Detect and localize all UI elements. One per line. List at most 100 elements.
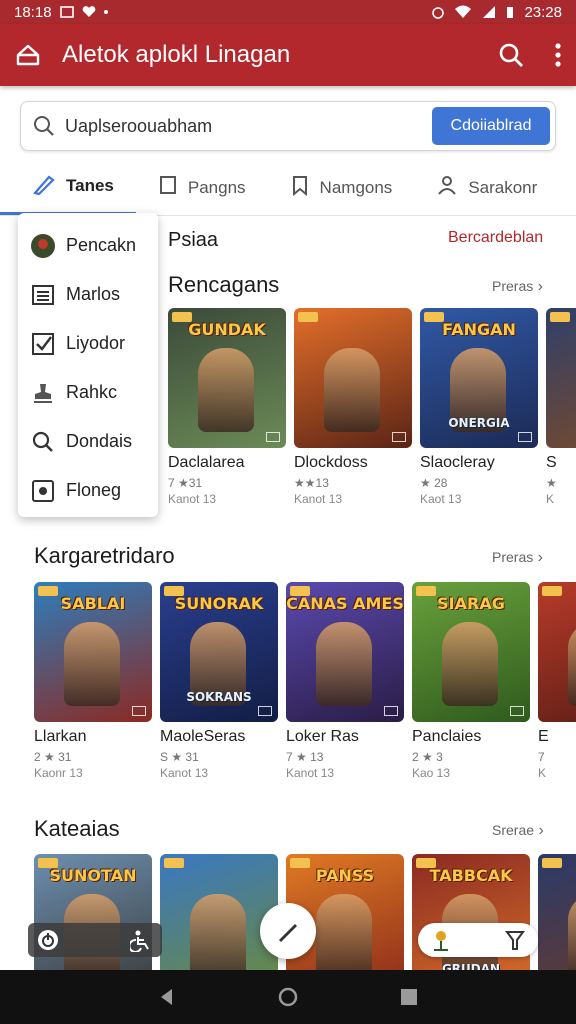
- card-title: Daclalarea: [168, 454, 245, 471]
- card-title: E: [538, 728, 549, 745]
- home-button-icon[interactable]: [277, 986, 299, 1008]
- rating-badge-icon: [164, 858, 184, 868]
- section-more-link[interactable]: Preras ›: [492, 549, 543, 567]
- card-title: Llarkan: [34, 728, 87, 745]
- menu-item-label: Floneg: [66, 480, 122, 500]
- app-title: Aletok aplokl Linagan: [62, 41, 291, 68]
- game-logo-text: CANAS AMES: [286, 594, 404, 613]
- character-figure: [324, 348, 380, 432]
- rating-badge-icon: [542, 858, 562, 868]
- menu-item[interactable]: Rahkc: [18, 368, 158, 417]
- accessibility-icon[interactable]: [130, 928, 154, 952]
- section-more-link[interactable]: Preras ›: [492, 278, 543, 296]
- game-thumbnail: [294, 308, 412, 448]
- card-sub: K: [538, 766, 547, 780]
- game-logo-text: PANSS: [315, 866, 375, 885]
- pen-icon: [279, 924, 297, 942]
- game-thumbnail: [546, 308, 576, 448]
- tab-4[interactable]: Sarakonr: [414, 160, 559, 215]
- game-card[interactable]: Dlockdoss ★★13 Kanot 13: [294, 308, 412, 506]
- battery-icon: [507, 7, 514, 18]
- section-title: Kargaretridaro: [34, 543, 175, 568]
- card-rating: 2 ★ 31: [34, 750, 72, 764]
- location-pin-icon[interactable]: [430, 928, 452, 952]
- compose-fab[interactable]: [260, 903, 316, 959]
- tab-2[interactable]: Pangns: [136, 160, 268, 215]
- game-card[interactable]: SABLAI Llarkan 2 ★ 31 Kaonr 13: [34, 582, 152, 780]
- game-card[interactable]: GUNDAK Daclalarea 7 ★31 Kanot 13: [168, 308, 286, 506]
- search-button[interactable]: Cdoiiablrad: [432, 107, 550, 145]
- game-card[interactable]: E 7 K: [538, 582, 576, 780]
- game-logo-text: GUNDAK: [188, 320, 266, 339]
- chevron-right-icon: ›: [533, 549, 544, 566]
- rating-badge-icon: [298, 312, 318, 322]
- menu-item[interactable]: Dondais: [18, 417, 158, 466]
- system-nav-bar: [0, 970, 576, 1024]
- screen-icon: [518, 432, 532, 442]
- character-figure: [316, 894, 372, 978]
- card-sub: Kanot 13: [294, 492, 343, 506]
- card-title: S: [546, 454, 557, 471]
- media-controls: [28, 923, 162, 957]
- character-figure: [64, 622, 120, 706]
- menu-item-label: Rahkc: [66, 382, 118, 402]
- game-logo-text: SABLAI: [60, 594, 126, 613]
- game-card[interactable]: CANAS AMES Loker Ras 7 ★ 13 Kanot 13: [286, 582, 404, 780]
- card-sub: K: [546, 492, 555, 506]
- game-thumbnail: FANGAN ONERGIA: [420, 308, 538, 448]
- game-thumbnail: CANAS AMES: [286, 582, 404, 722]
- menu-item[interactable]: Marlos: [18, 270, 158, 319]
- card-sub: Kanot 13: [168, 492, 217, 506]
- card-rating: 7 ★31: [168, 476, 203, 490]
- chevron-right-icon: ›: [533, 278, 544, 295]
- card-rating: S ★ 31: [160, 750, 199, 764]
- pen-icon: [32, 173, 56, 200]
- tab-label: Sarakonr: [468, 177, 538, 197]
- screen-icon: [384, 706, 398, 716]
- filter-controls: [418, 923, 538, 957]
- card-rating: ★★13: [294, 476, 329, 490]
- home-icon[interactable]: [14, 42, 42, 68]
- tab-3[interactable]: Namgons: [268, 160, 415, 215]
- card-rating: 7: [538, 750, 545, 764]
- row-header-link[interactable]: Bercardeblan: [448, 229, 543, 247]
- character-figure: [568, 622, 576, 706]
- card-rating: 7 ★ 13: [286, 750, 324, 764]
- game-card[interactable]: SUNORAK SOKRANS MaoleSeras S ★ 31 Kanot 13: [160, 582, 278, 780]
- game-thumbnail: SABLAI: [34, 582, 152, 722]
- menu-item[interactable]: Floneg: [18, 466, 158, 515]
- menu-item[interactable]: Liyodor: [18, 319, 158, 368]
- stamp-icon: [30, 380, 56, 406]
- tab-label: Pangns: [187, 177, 246, 197]
- bookmark-icon: [290, 174, 310, 201]
- game-thumbnail: SUNORAK SOKRANS: [160, 582, 278, 722]
- card-sub: Kao 13: [412, 766, 451, 780]
- game-thumbnail: [538, 582, 576, 722]
- search-icon[interactable]: [498, 42, 524, 68]
- game-card[interactable]: FANGAN ONERGIA Slaocleray ★ 28 Kaot 13: [420, 308, 538, 506]
- section-more-link[interactable]: Sreraе ›: [492, 822, 544, 840]
- alarm-icon: [432, 7, 445, 19]
- recents-icon[interactable]: [399, 987, 419, 1007]
- more-vert-icon[interactable]: [554, 42, 562, 68]
- menu-item[interactable]: Pencakn: [18, 221, 158, 270]
- game-logo-text: SIARAG: [437, 594, 505, 613]
- power-icon[interactable]: [36, 928, 60, 952]
- section-more-label: Sreraе: [492, 822, 535, 838]
- game-subtitle-text: SOKRANS: [186, 690, 252, 704]
- card-rating: ★ 28: [420, 476, 448, 490]
- filter-icon[interactable]: [504, 928, 526, 952]
- back-icon[interactable]: [157, 987, 177, 1007]
- dropdown-menu: Pencakn Marlos Liyodor Rahkc Dondais Floneg: [18, 213, 158, 517]
- card-row: GUNDAK Daclalarea 7 ★31 Kanot 13 Dlockdoss ★★…: [168, 308, 576, 506]
- card-sub: Kaot 13: [420, 492, 462, 506]
- game-card[interactable]: S ★ K: [546, 308, 576, 506]
- screen-icon: [266, 432, 280, 442]
- character-figure: [442, 622, 498, 706]
- status-time-right: 23:28: [524, 3, 562, 21]
- search-input[interactable]: [65, 115, 432, 137]
- card-title: Loker Ras: [286, 728, 359, 745]
- game-card[interactable]: SIARAG Panclaies 2 ★ 3 Kao 13: [412, 582, 530, 780]
- tab-1[interactable]: Tanes: [0, 160, 136, 215]
- section-title: Kateaias: [34, 816, 120, 841]
